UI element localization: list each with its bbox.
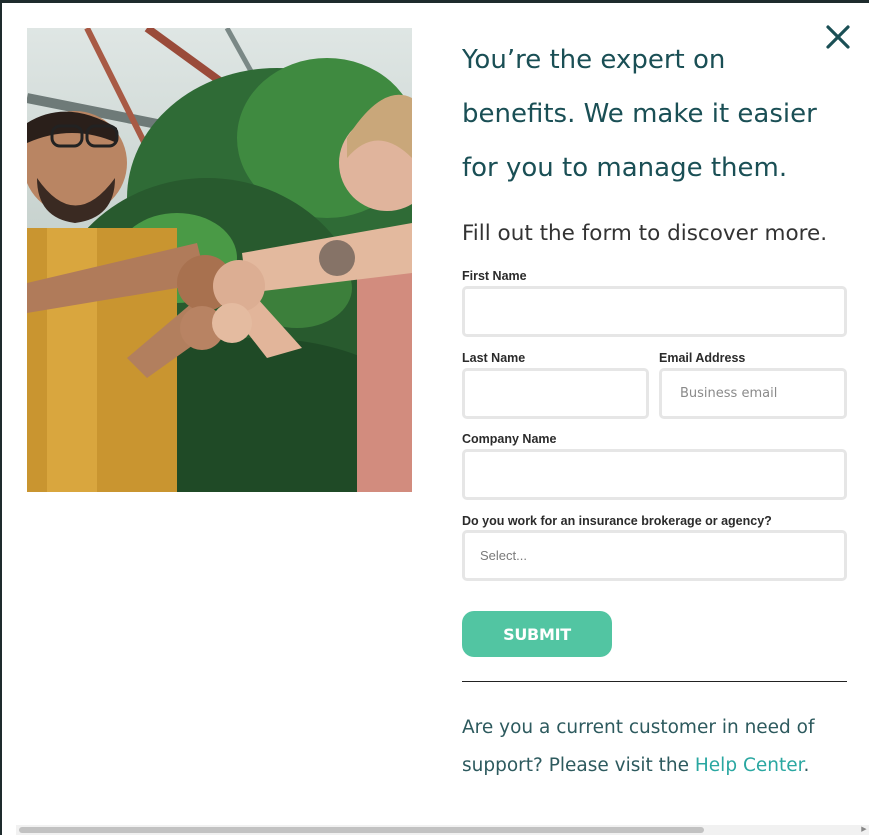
first-name-label: First Name xyxy=(462,269,527,283)
last-name-field[interactable] xyxy=(462,368,649,419)
company-name-field[interactable] xyxy=(462,449,847,500)
company-name-label: Company Name xyxy=(462,432,557,446)
company-name-input[interactable] xyxy=(465,452,844,497)
brokerage-select[interactable]: Select... xyxy=(462,530,847,581)
email-field[interactable] xyxy=(659,368,847,419)
submit-button[interactable]: SUBMIT xyxy=(462,611,612,657)
scroll-right-arrow-icon[interactable]: ▶ xyxy=(859,825,869,835)
first-name-field[interactable] xyxy=(462,286,847,337)
headline: You’re the expert on benefits. We make i… xyxy=(462,45,817,183)
signup-modal: You’re the expert on benefits. We make i… xyxy=(2,3,869,835)
form-subheading: Fill out the form to discover more. xyxy=(462,221,828,246)
brokerage-selected-value: Select... xyxy=(480,548,527,563)
last-name-label: Last Name xyxy=(462,351,526,365)
brokerage-label: Do you work for an insurance brokerage o… xyxy=(462,514,772,528)
support-text-after: . xyxy=(803,755,810,776)
horizontal-scrollbar[interactable]: ▶ xyxy=(16,825,869,835)
divider xyxy=(462,681,847,682)
email-label: Email Address xyxy=(659,351,746,365)
hero-photo xyxy=(27,28,412,492)
first-name-input[interactable] xyxy=(465,289,844,334)
photo-illustration xyxy=(27,28,412,492)
help-center-link[interactable]: Help Center xyxy=(695,755,804,776)
support-text: Are you a current customer in need of su… xyxy=(462,709,852,785)
last-name-input[interactable] xyxy=(465,371,646,416)
email-input[interactable] xyxy=(662,371,844,416)
scrollbar-thumb[interactable] xyxy=(19,827,704,833)
